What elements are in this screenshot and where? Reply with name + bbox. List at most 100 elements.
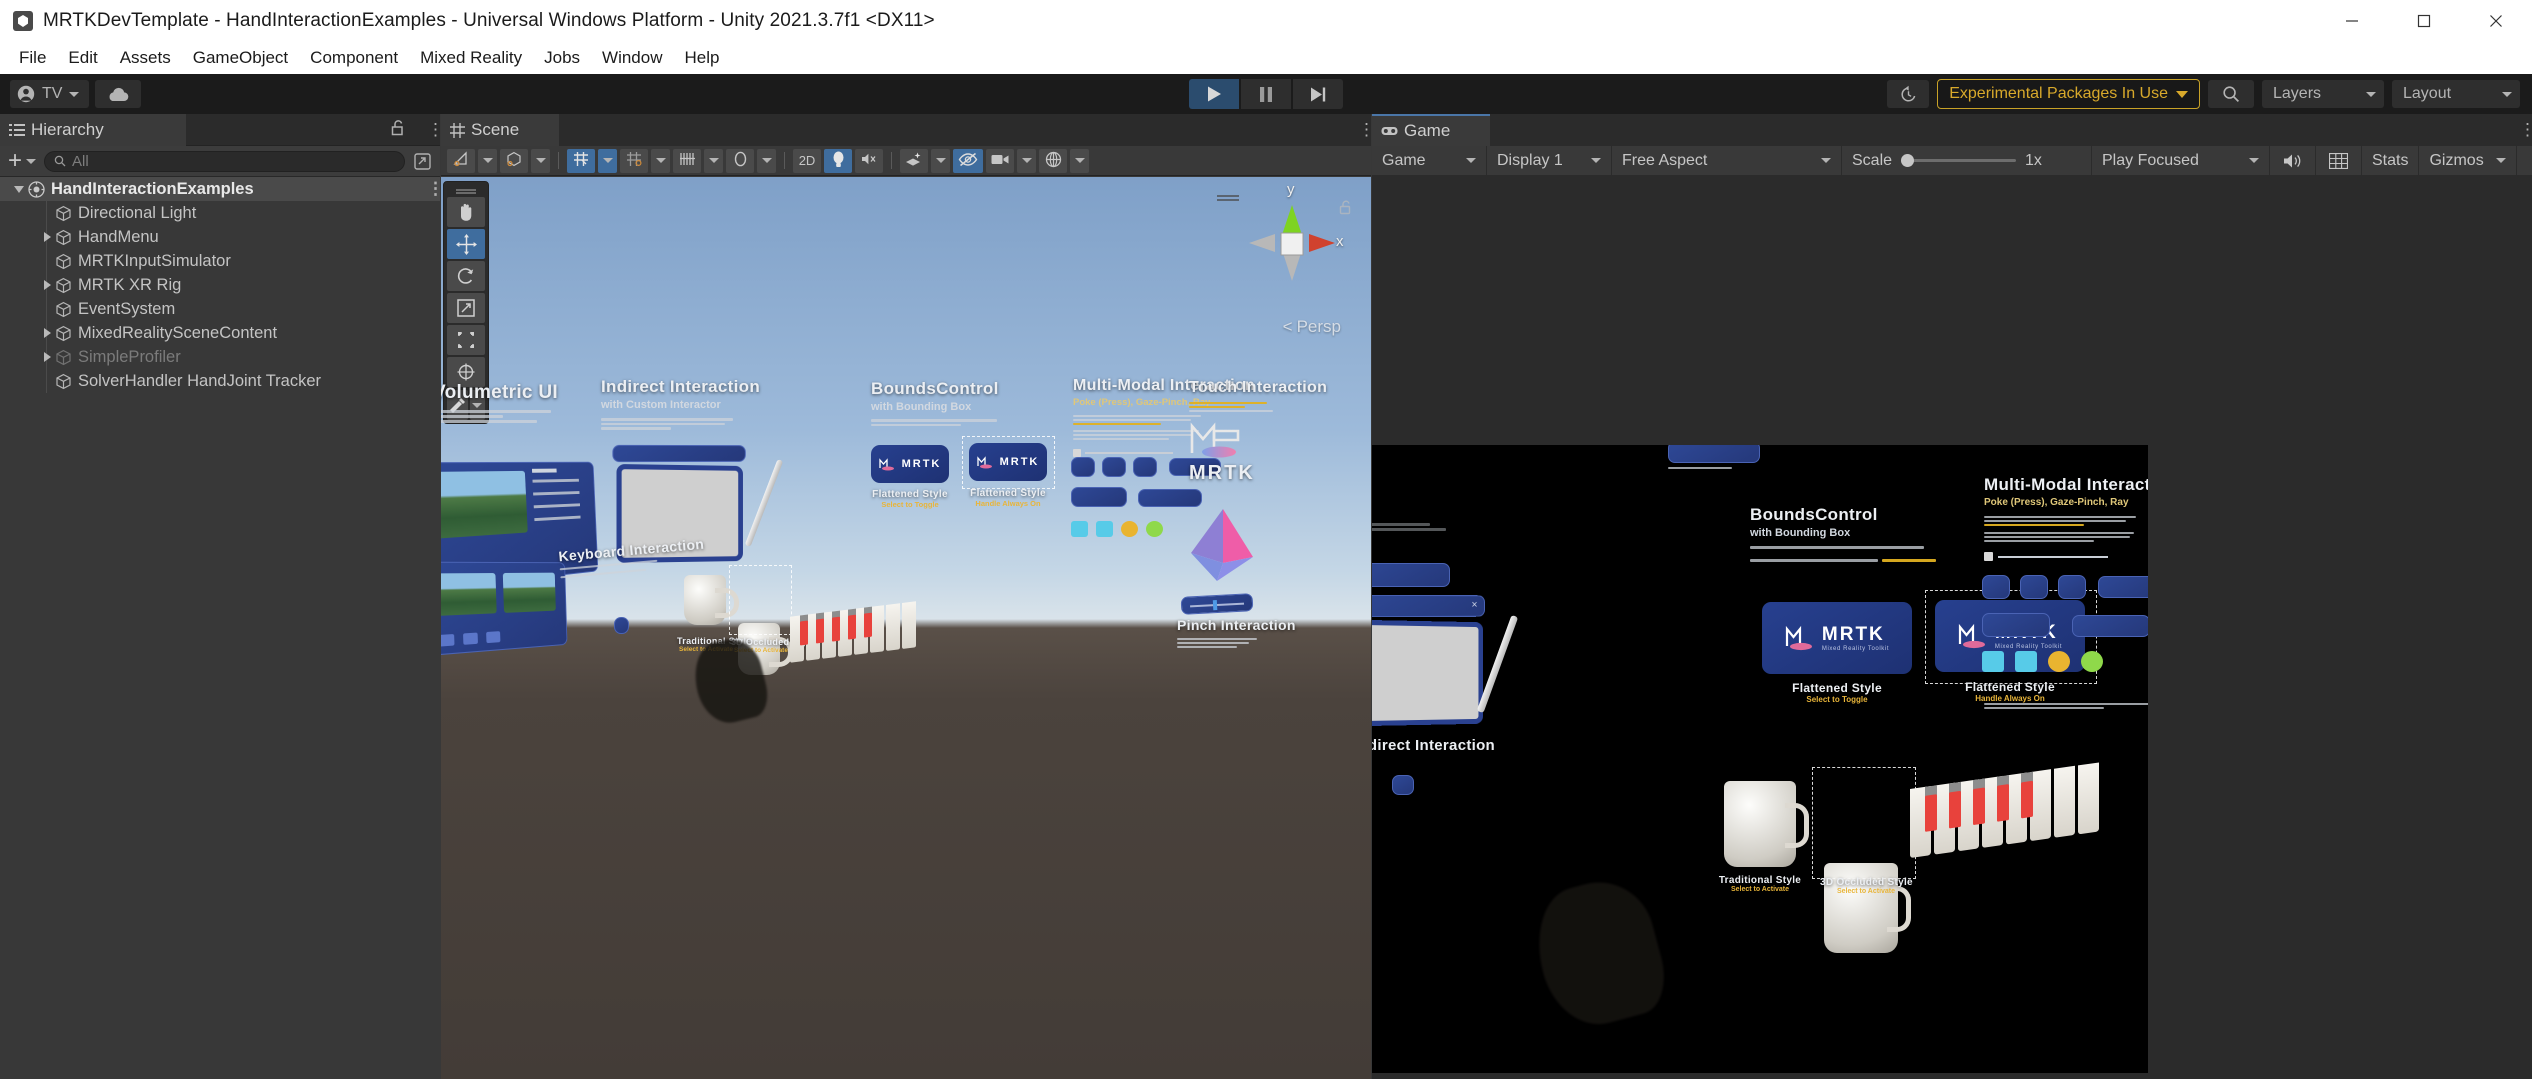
tab-scene[interactable]: Scene bbox=[441, 114, 559, 146]
world-grid-dropdown[interactable] bbox=[651, 149, 670, 173]
hand-tool-button[interactable] bbox=[447, 197, 485, 227]
hierarchy-item-directional-light[interactable]: Directional Light bbox=[0, 201, 440, 225]
hierarchy-item-mrtk-xr-rig[interactable]: MRTK XR Rig bbox=[0, 273, 440, 297]
scale-slider-group[interactable]: Scale 1x bbox=[1842, 146, 2092, 176]
gizmos-toggle-button[interactable] bbox=[1039, 149, 1067, 173]
game-dialog-header[interactable]: × bbox=[1372, 595, 1485, 618]
chevron-right-icon[interactable] bbox=[44, 352, 51, 362]
close-icon[interactable]: × bbox=[1471, 599, 1477, 611]
hierarchy-menu-button[interactable]: ⋮ bbox=[427, 127, 431, 133]
cloud-button[interactable] bbox=[95, 80, 141, 108]
step-button[interactable] bbox=[1293, 79, 1343, 109]
lock-open-icon[interactable] bbox=[391, 119, 406, 141]
hierarchy-item-handmenu[interactable]: HandMenu bbox=[0, 225, 440, 249]
scene-mrtk-card-1[interactable]: MRTK bbox=[871, 445, 949, 483]
swatch-green[interactable] bbox=[1146, 521, 1163, 537]
scene-slider-pinch[interactable] bbox=[1181, 593, 1254, 615]
audio-gizmo-dropdown[interactable] bbox=[757, 149, 776, 173]
game-button[interactable] bbox=[1982, 575, 2010, 599]
scene-menu-button[interactable]: ⋮ bbox=[1358, 127, 1362, 133]
swatch-cyan-2[interactable] bbox=[1096, 521, 1113, 537]
menu-edit[interactable]: Edit bbox=[57, 44, 108, 72]
grid-snap-dropdown[interactable] bbox=[598, 149, 617, 173]
scene-pyramid[interactable] bbox=[1183, 507, 1255, 588]
scene-piano[interactable] bbox=[790, 601, 916, 662]
chevron-down-icon[interactable] bbox=[14, 186, 24, 193]
game-top-banner[interactable] bbox=[1668, 445, 1760, 463]
scene-visibility-button[interactable] bbox=[953, 149, 983, 173]
gizmo-lock-icon[interactable] bbox=[1339, 199, 1353, 220]
scene-camera-button[interactable] bbox=[986, 149, 1014, 173]
game-button[interactable] bbox=[2020, 575, 2048, 599]
scene-volumetric-card-b[interactable] bbox=[441, 562, 567, 656]
rotate-tool-button[interactable] bbox=[447, 261, 485, 291]
tab-hierarchy[interactable]: Hierarchy bbox=[0, 114, 186, 146]
scene-audio-button[interactable] bbox=[855, 149, 883, 173]
swatch-cyan-2[interactable] bbox=[2015, 651, 2037, 672]
scene-dialog-header[interactable] bbox=[612, 445, 745, 462]
hierarchy-item-menu[interactable]: ⋮ bbox=[427, 186, 431, 192]
game-mrtk-card-1[interactable]: MRTK Mixed Reality Toolkit bbox=[1762, 602, 1912, 674]
gizmos-toggle-dropdown[interactable] bbox=[1070, 149, 1089, 173]
scene-stylus[interactable] bbox=[745, 459, 784, 547]
chevron-right-icon[interactable] bbox=[44, 232, 51, 242]
game-button-wide[interactable] bbox=[2098, 576, 2148, 598]
open-in-window-button[interactable] bbox=[410, 151, 435, 172]
menu-mixedreality[interactable]: Mixed Reality bbox=[409, 44, 533, 72]
scene-keyboard-button[interactable] bbox=[614, 617, 629, 634]
hierarchy-item-simpleprofiler[interactable]: SimpleProfiler bbox=[0, 345, 440, 369]
game-view-select[interactable]: Game bbox=[1372, 146, 1487, 176]
play-button[interactable] bbox=[1189, 79, 1239, 109]
scene-button-label[interactable] bbox=[1071, 487, 1127, 507]
game-render-surface[interactable]: × Indirect Interaction BoundsControl wit… bbox=[1372, 445, 2148, 1073]
scene-camera-dropdown[interactable] bbox=[1017, 149, 1036, 173]
experimental-packages-badge[interactable]: Experimental Packages In Use bbox=[1937, 79, 2200, 109]
layers-dropdown[interactable]: Layers bbox=[2262, 80, 2384, 108]
scene-viewport[interactable]: y x <Persp Volumetric UI bbox=[441, 177, 1371, 1079]
layer-grid-button[interactable] bbox=[673, 149, 701, 173]
draw-mode-dropdown[interactable] bbox=[478, 149, 497, 173]
stats-button[interactable]: Stats bbox=[2362, 146, 2419, 176]
scene-orientation-gizmo[interactable]: y x bbox=[1237, 183, 1347, 303]
game-tablet[interactable] bbox=[1372, 620, 1483, 727]
close-icon[interactable] bbox=[2460, 0, 2532, 42]
global-search-button[interactable] bbox=[2208, 80, 2254, 108]
display-select[interactable]: Display 1 bbox=[1487, 146, 1612, 176]
rect-tool-button[interactable] bbox=[447, 325, 485, 355]
toggle-2d-button[interactable]: 2D bbox=[793, 149, 821, 173]
maximize-icon[interactable] bbox=[2388, 0, 2460, 42]
scene-projection-label[interactable]: <Persp bbox=[1283, 317, 1341, 337]
account-button[interactable]: TV bbox=[10, 80, 89, 108]
game-piano[interactable] bbox=[1910, 762, 2099, 858]
audio-gizmo-button[interactable] bbox=[726, 149, 754, 173]
scene-button[interactable] bbox=[1133, 457, 1157, 477]
hierarchy-item-solverhandler-handjoint-tracker[interactable]: SolverHandler HandJoint Tracker bbox=[0, 369, 440, 393]
game-viewport[interactable]: × Indirect Interaction BoundsControl wit… bbox=[1372, 175, 2532, 1079]
grid-snap-button[interactable] bbox=[567, 149, 595, 173]
scale-slider-knob[interactable] bbox=[1901, 154, 1914, 167]
swatch-yellow[interactable] bbox=[1121, 521, 1138, 537]
scale-slider[interactable] bbox=[1901, 159, 2016, 162]
aspect-select[interactable]: Free Aspect bbox=[1612, 146, 1842, 176]
chevron-right-icon[interactable] bbox=[44, 328, 51, 338]
scene-fx-button[interactable] bbox=[900, 149, 928, 173]
draw-mode-button[interactable] bbox=[447, 149, 475, 173]
shading-mode-button[interactable] bbox=[500, 149, 528, 173]
add-gameobject-button[interactable]: + bbox=[5, 151, 39, 171]
hierarchy-item-mrtkinputsimulator[interactable]: MRTKInputSimulator bbox=[0, 249, 440, 273]
menu-gameobject[interactable]: GameObject bbox=[182, 44, 299, 72]
layer-grid-dropdown[interactable] bbox=[704, 149, 723, 173]
hierarchy-item-eventsystem[interactable]: EventSystem bbox=[0, 297, 440, 321]
hierarchy-item-handinteractionexamples[interactable]: HandInteractionExamples⋮ bbox=[0, 177, 440, 201]
undo-history-button[interactable] bbox=[1887, 80, 1929, 108]
gizmos-button[interactable]: Gizmos bbox=[2419, 146, 2516, 176]
swatch-cyan[interactable] bbox=[1982, 651, 2004, 672]
menu-jobs[interactable]: Jobs bbox=[533, 44, 591, 72]
play-mode-select[interactable]: Play Focused bbox=[2092, 146, 2270, 176]
checkbox-icon[interactable] bbox=[1984, 552, 1993, 561]
game-dialog-header-a[interactable] bbox=[1372, 563, 1450, 587]
swatch-yellow[interactable] bbox=[2048, 651, 2070, 672]
menu-help[interactable]: Help bbox=[674, 44, 731, 72]
scene-button-group[interactable] bbox=[1138, 489, 1202, 507]
swatch-cyan[interactable] bbox=[1071, 521, 1088, 537]
